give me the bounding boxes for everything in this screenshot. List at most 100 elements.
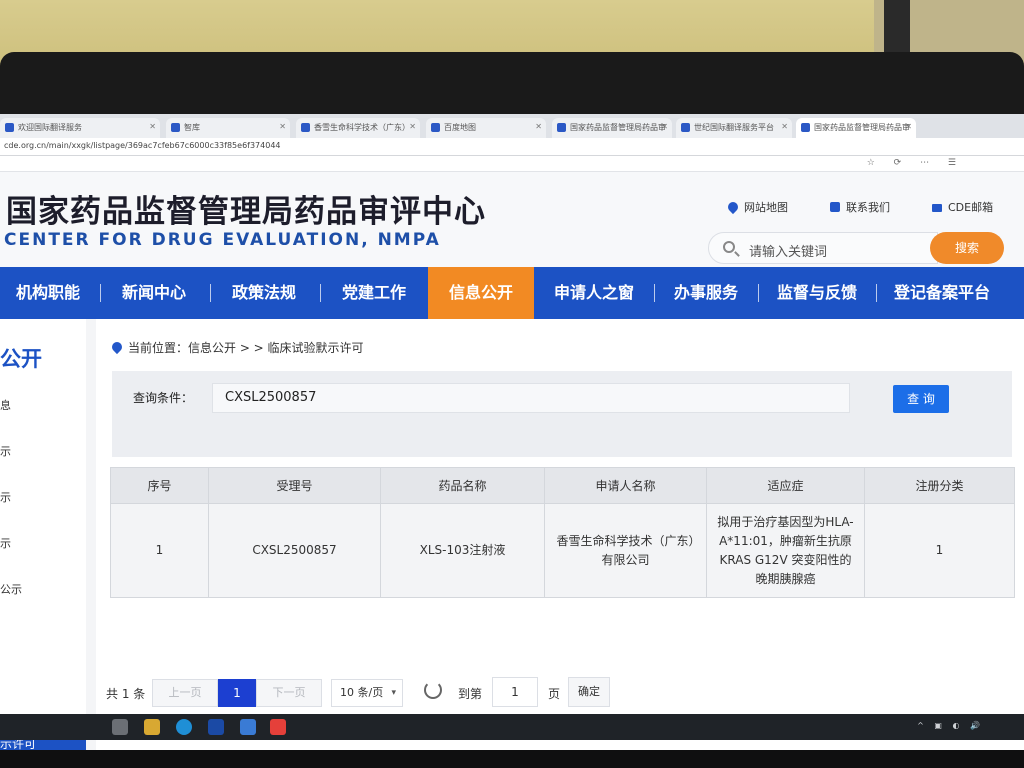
goto-confirm-button[interactable]: 确定 <box>568 677 610 707</box>
nav-item-news[interactable]: 新闻中心 <box>106 267 202 319</box>
mail-link[interactable]: CDE邮箱 <box>932 199 993 215</box>
tab-4[interactable]: 百度地图 ✕ <box>426 118 546 138</box>
contact-link[interactable]: 联系我们 <box>830 199 890 215</box>
results-table: 序号 受理号 药品名称 申请人名称 适应症 注册分类 1 CXSL2500857… <box>110 467 1015 598</box>
refresh-icon[interactable] <box>424 681 442 699</box>
sidebar-item[interactable]: 息 <box>0 397 11 413</box>
favicon-icon <box>801 123 810 132</box>
address-bar[interactable]: cde.org.cn/main/xxgk/listpage/369ac7cfeb… <box>0 138 1024 156</box>
sidebar-item[interactable]: 示 <box>0 443 11 459</box>
nav-divider <box>876 284 877 302</box>
favicon-icon <box>301 123 310 132</box>
sidebar-item[interactable]: 示 <box>0 535 11 551</box>
nav-item-applicant[interactable]: 申请人之窗 <box>540 267 648 319</box>
cell-drug-name: XLS-103注射液 <box>380 503 545 598</box>
col-header-registration-class: 注册分类 <box>864 467 1015 504</box>
monitor: 欢迎国际翻译服务 ✕ 智库 ✕ 香雪生命科学技术（广东） ✕ 百度地图 ✕ 国家药品监督… <box>0 52 1024 768</box>
logo-english: CENTER FOR DRUG EVALUATION, NMPA <box>4 230 441 250</box>
browser-window: 欢迎国际翻译服务 ✕ 智库 ✕ 香雪生命科学技术（广东） ✕ 百度地图 ✕ 国家药品监督… <box>0 114 1024 768</box>
site-header: 国家药品监督管理局药品审评中心 CENTER FOR DRUG EVALUATI… <box>0 172 1024 267</box>
system-tray-icons[interactable]: ^ ▣ ◐ 🔊 <box>917 721 984 730</box>
sidebar-item[interactable]: 公示 <box>0 581 22 597</box>
query-button[interactable]: 查 询 <box>893 385 949 413</box>
cell-indication: 拟用于治疗基因型为HLA-A*11:01，肿瘤新生抗原KRAS G12V 突变阳… <box>706 503 865 598</box>
tab-bar: 欢迎国际翻译服务 ✕ 智库 ✕ 香雪生命科学技术（广东） ✕ 百度地图 ✕ 国家药品监督… <box>0 114 1024 138</box>
task-view-icon[interactable] <box>112 719 128 735</box>
close-icon[interactable]: ✕ <box>781 122 788 131</box>
nav-item-jigou[interactable]: 机构职能 <box>0 267 96 319</box>
prev-page-button[interactable]: 上一页 <box>152 679 218 707</box>
close-icon[interactable]: ✕ <box>149 122 156 131</box>
outlook-icon[interactable] <box>208 719 224 735</box>
col-header-applicant: 申请人名称 <box>544 467 707 504</box>
todo-app-icon[interactable] <box>270 719 286 735</box>
search-input[interactable]: 请输入关键词 <box>708 232 938 264</box>
toolbar-icons[interactable]: ☆ ⟳ ⋯ ☰ <box>867 158 964 168</box>
tab-3[interactable]: 香雪生命科学技术（广东） ✕ <box>296 118 420 138</box>
query-panel: 查询条件： CXSL2500857 查 询 <box>112 371 1012 457</box>
tab-2[interactable]: 智库 ✕ <box>166 118 290 138</box>
goto-label: 到第 <box>458 687 483 701</box>
breadcrumb: 当前位置：信息公开 > > 临床试验默示许可 <box>109 339 364 356</box>
nav-item-party[interactable]: 党建工作 <box>326 267 422 319</box>
sidebar-title: 公开 <box>0 347 42 371</box>
page-size-select[interactable]: 10 条/页 ▾ <box>331 679 403 707</box>
page-unit-label: 页 <box>548 687 561 701</box>
taskbar: ^ ▣ ◐ 🔊 <box>0 714 1024 740</box>
main-content: 当前位置：信息公开 > > 临床试验默示许可 查询条件： CXSL2500857… <box>96 319 1024 768</box>
nav-item-register[interactable]: 登记备案平台 <box>882 267 1002 319</box>
sidebar: 公开 息 示 示 示 公示 示许可 息 <box>0 319 86 768</box>
nav-divider <box>100 284 101 302</box>
close-icon[interactable]: ✕ <box>535 122 542 131</box>
cell-applicant: 香雪生命科学技术（广东）有限公司 <box>544 503 707 598</box>
nav-item-feedback[interactable]: 监督与反馈 <box>764 267 870 319</box>
logo-chinese[interactable]: 国家药品监督管理局药品审评中心 <box>6 186 486 231</box>
tab-5[interactable]: 国家药品监督管理局药品审 ✕ <box>552 118 672 138</box>
file-explorer-icon[interactable] <box>144 719 160 735</box>
address-text: cde.org.cn/main/xxgk/listpage/369ac7cfeb… <box>4 141 281 150</box>
nav-divider <box>210 284 211 302</box>
nav-item-policy[interactable]: 政策法规 <box>216 267 312 319</box>
tab-1[interactable]: 欢迎国际翻译服务 ✕ <box>0 118 160 138</box>
nav-divider <box>758 284 759 302</box>
favicon-icon <box>5 123 14 132</box>
favicon-icon <box>171 123 180 132</box>
col-header-acceptance-no: 受理号 <box>208 467 381 504</box>
phone-icon <box>830 202 840 212</box>
tab-6[interactable]: 世纪国际翻译服务平台 ✕ <box>676 118 792 138</box>
cell-index: 1 <box>110 503 209 598</box>
next-page-button[interactable]: 下一页 <box>256 679 322 707</box>
sitemap-link[interactable]: 网站地图 <box>725 199 788 215</box>
close-icon[interactable]: ✕ <box>279 122 286 131</box>
favicon-icon <box>681 123 690 132</box>
chevron-down-icon: ▾ <box>391 688 396 698</box>
sidebar-item[interactable]: 示 <box>0 489 11 505</box>
edge-browser-icon[interactable] <box>176 719 192 735</box>
col-header-index: 序号 <box>110 467 209 504</box>
goto-page-input[interactable]: 1 <box>492 677 538 707</box>
search-button[interactable]: 搜索 <box>930 232 1004 264</box>
col-header-indication: 适应症 <box>706 467 865 504</box>
nav-item-service[interactable]: 办事服务 <box>660 267 752 319</box>
col-header-drug-name: 药品名称 <box>380 467 545 504</box>
calculator-icon[interactable] <box>240 719 256 735</box>
cell-acceptance-no[interactable]: CXSL2500857 <box>208 503 381 598</box>
main-nav: 机构职能 新闻中心 政策法规 党建工作 信息公开 申请人之窗 办事服务 监督与反… <box>0 267 1024 319</box>
nav-divider <box>654 284 655 302</box>
location-pin-icon <box>725 199 741 215</box>
query-label: 查询条件： <box>133 391 194 405</box>
query-input[interactable]: CXSL2500857 <box>212 383 850 413</box>
close-icon[interactable]: ✕ <box>409 122 416 131</box>
favicon-icon <box>431 123 440 132</box>
tab-7-active[interactable]: 国家药品监督管理局药品审 ✕ <box>796 118 916 138</box>
table-row[interactable]: 1 CXSL2500857 XLS-103注射液 香雪生命科学技术（广东）有限公… <box>110 503 1015 598</box>
current-page-button[interactable]: 1 <box>218 679 256 707</box>
cell-registration-class: 1 <box>864 503 1015 598</box>
close-icon[interactable]: ✕ <box>661 122 668 131</box>
close-icon[interactable]: ✕ <box>905 122 912 131</box>
desk-surface <box>0 750 1024 768</box>
search-placeholder: 请输入关键词 <box>749 245 828 260</box>
nav-item-info-active[interactable]: 信息公开 <box>428 267 534 319</box>
pagination: 共 1 条 上一页 1 下一页 10 条/页 ▾ 到第 1 页 确定 <box>106 677 706 707</box>
browser-toolbar: ☆ ⟳ ⋯ ☰ <box>0 156 1024 172</box>
